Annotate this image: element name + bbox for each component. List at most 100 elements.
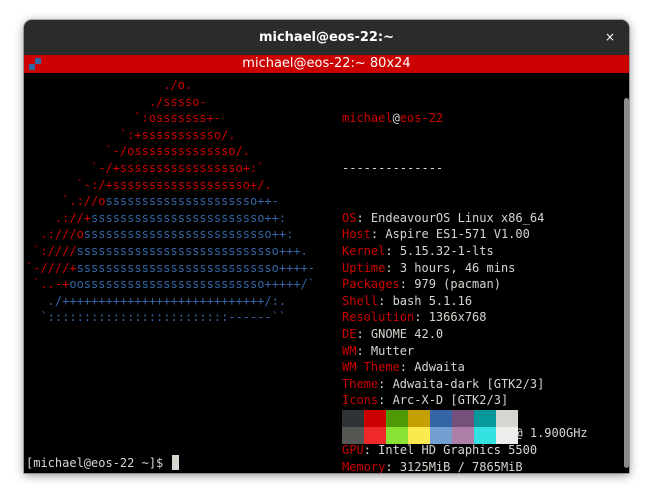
- info-colon: :: [378, 376, 393, 391]
- info-colon: :: [385, 459, 400, 473]
- info-row: WM: Mutter: [342, 343, 588, 360]
- info-colon: :: [356, 343, 371, 358]
- palette-row-bright: [342, 427, 518, 444]
- info-value: 3125MiB / 7865MiB: [399, 459, 523, 473]
- info-row: Packages: 979 (pacman): [342, 276, 588, 293]
- logo-segment: ssssssssssssssssssssssssssso+++.: [76, 243, 308, 258]
- logo-segment: .://+: [26, 210, 92, 225]
- info-value: 3 hours, 46 mins: [399, 260, 516, 275]
- logo-segment: ssssssssssssssssssssssso++:: [91, 210, 287, 225]
- info-label: WM Theme: [342, 360, 400, 375]
- logo-segment: ./o.: [26, 78, 193, 92]
- prompt-text: [michael@eos-22 ~]$: [26, 456, 171, 470]
- info-label: Theme: [342, 376, 379, 391]
- info-row: Shell: bash 5.1.16: [342, 293, 588, 310]
- info-value: Arc-X-D [GTK2/3]: [392, 393, 509, 408]
- color-swatch: [342, 410, 364, 427]
- color-swatch: [364, 410, 386, 427]
- ascii-logo: ./o. ./sssso- `:osssssss+- `:+ssssssssss…: [26, 77, 315, 326]
- title-bar[interactable]: michael@eos-22:~ ×: [24, 20, 629, 55]
- scrollbar[interactable]: [624, 73, 629, 473]
- color-swatch: [408, 427, 430, 444]
- logo-segment: `..-+: [26, 277, 70, 292]
- info-value: 5.15.32-1-lts: [399, 243, 494, 258]
- user-host-line: michael@eos-22: [342, 110, 588, 127]
- info-row: Resolution: 1366x768: [342, 309, 588, 326]
- terminal-window: michael@eos-22:~ × michael@eos-22:~ 80x2…: [24, 20, 629, 473]
- color-swatch: [474, 427, 496, 444]
- info-row: WM Theme: Adwaita: [342, 359, 588, 376]
- info-label: Shell: [342, 293, 379, 308]
- color-palette: [342, 410, 518, 444]
- tab-title: michael@eos-22:~ 80x24: [242, 56, 411, 71]
- color-swatch: [430, 427, 452, 444]
- info-colon: :: [356, 210, 371, 225]
- info-label: Kernel: [342, 243, 386, 258]
- logo-segment: `:osssssss+-: [26, 111, 222, 126]
- window-title: michael@eos-22:~: [258, 30, 395, 45]
- color-swatch: [386, 410, 408, 427]
- info-row: DE: GNOME 42.0: [342, 326, 588, 343]
- logo-segment: ./sssso-: [26, 94, 207, 109]
- info-value: bash 5.1.16: [392, 293, 473, 308]
- info-row: Kernel: 5.15.32-1-lts: [342, 243, 588, 260]
- palette-row-normal: [342, 410, 518, 427]
- color-swatch: [386, 427, 408, 444]
- info-value: Adwaita: [414, 360, 465, 375]
- info-row: Memory: 3125MiB / 7865MiB: [342, 459, 588, 473]
- info-colon: :: [399, 360, 415, 375]
- separator-line: --------------: [342, 160, 444, 175]
- info-row: OS: EndeavourOS Linux x86_64: [342, 210, 588, 227]
- info-row: Theme: Adwaita-dark [GTK2/3]: [342, 376, 588, 393]
- color-swatch: [496, 410, 518, 427]
- terminal-tab-header[interactable]: michael@eos-22:~ 80x24: [24, 55, 629, 73]
- info-label: DE: [342, 326, 357, 341]
- info-row: Icons: Arc-X-D [GTK2/3]: [342, 392, 588, 409]
- info-colon: :: [414, 310, 429, 325]
- info-colon: :: [385, 243, 400, 258]
- hostname: eos-22: [399, 111, 444, 126]
- shell-prompt[interactable]: [michael@eos-22 ~]$: [26, 455, 179, 472]
- logo-segment: `.://o: [26, 194, 106, 209]
- color-swatch: [496, 427, 518, 444]
- info-colon: :: [370, 227, 386, 242]
- logo-segment: oosssssssssssssssssssssssso+++++/`: [69, 277, 315, 292]
- scrollbar-thumb[interactable]: [624, 98, 629, 468]
- color-swatch: [474, 410, 496, 427]
- info-colon: :: [356, 326, 371, 341]
- info-value: Intel HD Graphics 5500: [378, 443, 538, 458]
- info-colon: :: [363, 443, 379, 458]
- info-value: Adwaita-dark [GTK2/3]: [392, 376, 545, 391]
- info-label: GPU: [342, 443, 364, 458]
- info-value: 1366x768: [428, 310, 487, 325]
- logo-segment: ssssssssssssssssssssssssssso++++-: [76, 260, 315, 275]
- info-row: Uptime: 3 hours, 46 mins: [342, 260, 588, 277]
- logo-segment: `-/ossssssssssssso/.: [26, 144, 250, 159]
- logo-segment: `:////: [26, 243, 77, 258]
- info-label: WM: [342, 343, 357, 358]
- terminal-content[interactable]: ./o. ./sssso- `:osssssss+- `:+ssssssssss…: [24, 73, 624, 473]
- close-button[interactable]: ×: [599, 26, 621, 48]
- info-value: EndeavourOS Linux x86_64: [370, 210, 545, 225]
- info-value: 979 (pacman): [414, 277, 501, 292]
- logo-segment: `-:/+sssssssssssssssssso+/.: [26, 177, 272, 192]
- info-label: Resolution: [342, 310, 415, 325]
- info-row: Host: Aspire ES1-571 V1.00: [342, 226, 588, 243]
- logo-segment: .:///o: [26, 227, 84, 242]
- color-swatch: [452, 410, 474, 427]
- info-value: GNOME 42.0: [370, 326, 444, 341]
- logo-segment: sssssssssssssssssssso++-: [105, 194, 279, 209]
- color-swatch: [430, 410, 452, 427]
- info-colon: :: [399, 277, 415, 292]
- logo-segment: `:::::::::::::::::::::::::------``: [26, 310, 287, 325]
- at-sign: @: [392, 111, 400, 126]
- info-label: Packages: [342, 277, 400, 292]
- username: michael: [342, 111, 393, 126]
- logo-segment: `-////+: [26, 260, 77, 275]
- info-value: Mutter: [370, 343, 415, 358]
- color-swatch: [342, 427, 364, 444]
- color-swatch: [452, 427, 474, 444]
- logo-segment: ssssssssssssssssssssssssso++:: [83, 227, 294, 242]
- color-swatch: [408, 410, 430, 427]
- info-row: GPU: Intel HD Graphics 5500: [342, 442, 588, 459]
